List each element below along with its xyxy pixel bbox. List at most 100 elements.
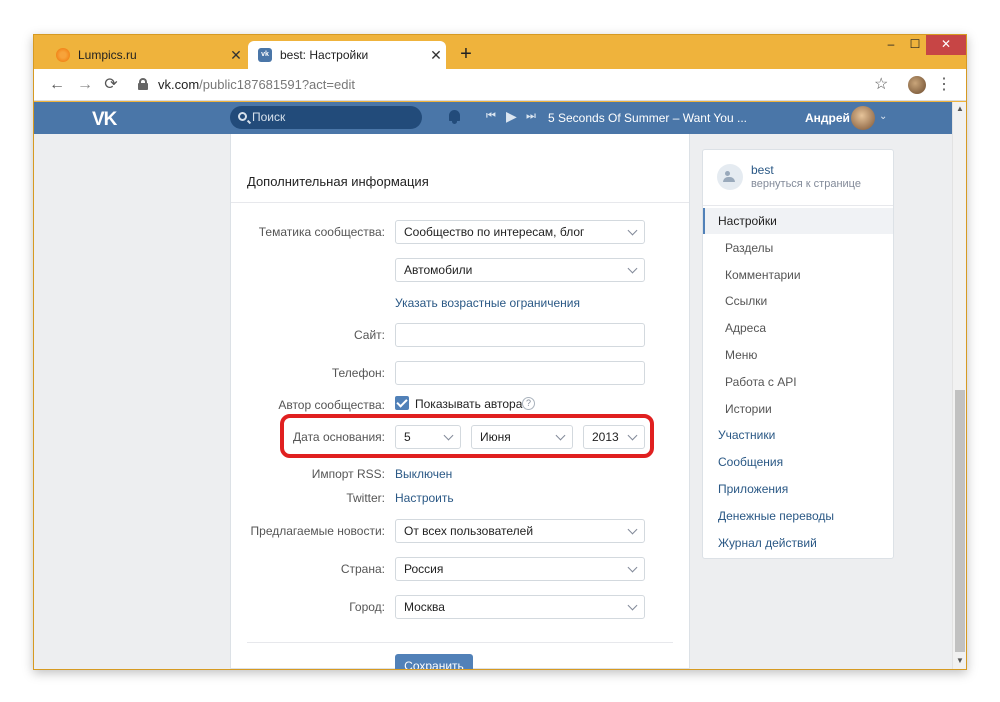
- chevron-down-icon: [627, 600, 638, 611]
- screenshot: Lumpics.ru ✕ vk best: Настройки ✕ + – ☐ …: [0, 0, 1000, 702]
- lock-icon[interactable]: [138, 78, 148, 90]
- reload-icon[interactable]: ⟳: [100, 74, 122, 96]
- theme-select[interactable]: Сообщество по интересам, блог: [395, 220, 645, 244]
- notifications-bell-icon[interactable]: [448, 110, 461, 124]
- chevron-down-icon: [627, 524, 638, 535]
- country-label: Страна:: [340, 562, 385, 576]
- menu-item[interactable]: Участники: [703, 422, 893, 448]
- tab-vk-settings[interactable]: vk best: Настройки ✕: [248, 41, 446, 69]
- settings-menu: best вернуться к странице Настройки Разде…: [702, 149, 894, 559]
- scrollbar-thumb[interactable]: [955, 390, 965, 652]
- url-path: /public187681591?act=edit: [199, 77, 355, 92]
- rss-link[interactable]: Выключен: [395, 467, 452, 481]
- twitter-link[interactable]: Настроить: [395, 491, 454, 505]
- phone-field[interactable]: [395, 361, 645, 385]
- suggested-news-value: От всех пользователей: [404, 524, 534, 538]
- group-name[interactable]: best: [751, 163, 774, 177]
- previous-track-icon[interactable]: ⏮: [486, 110, 496, 123]
- close-window-button[interactable]: ✕: [926, 35, 966, 55]
- back-arrow-icon[interactable]: ←: [46, 74, 68, 96]
- suggested-news-select[interactable]: От всех пользователей: [395, 519, 645, 543]
- browser-window: Lumpics.ru ✕ vk best: Настройки ✕ + – ☐ …: [33, 34, 967, 670]
- menu-item[interactable]: Разделы: [703, 235, 893, 261]
- current-track[interactable]: 5 Seconds Of Summer – Want You ...: [548, 111, 747, 125]
- browser-toolbar: ← → ⟳ vk.com/public187681591?act=edit ☆ …: [34, 69, 966, 101]
- author-label: Автор сообщества:: [278, 398, 385, 412]
- chevron-down-icon: [627, 562, 638, 573]
- show-author-label[interactable]: Показывать автора: [415, 397, 522, 411]
- search-icon: [238, 112, 247, 121]
- divider: [703, 205, 893, 206]
- subtheme-value: Автомобили: [404, 263, 473, 277]
- bookmark-star-icon[interactable]: ☆: [874, 74, 888, 94]
- age-restrictions-link[interactable]: Указать возрастные ограничения: [395, 296, 580, 310]
- vk-logo[interactable]: VK: [92, 109, 117, 131]
- forward-arrow-icon[interactable]: →: [74, 74, 96, 96]
- vk-header: VK Поиск ⏮ ▶ ⏭ 5 Seconds Of Summer – Wan…: [34, 102, 952, 134]
- country-value: Россия: [404, 562, 444, 576]
- theme-value: Сообщество по интересам, блог: [404, 225, 585, 239]
- tab-title: best: Настройки: [280, 48, 369, 62]
- user-name[interactable]: Андрей: [805, 111, 850, 125]
- vk-favicon-icon: vk: [258, 48, 272, 62]
- menu-item[interactable]: Работа с API: [703, 369, 893, 395]
- menu-item[interactable]: Приложения: [703, 476, 893, 502]
- search-input[interactable]: Поиск: [230, 106, 422, 129]
- menu-item[interactable]: Настройки: [703, 208, 893, 234]
- save-button[interactable]: Сохранить: [395, 654, 473, 669]
- back-to-page-link[interactable]: вернуться к странице: [751, 178, 861, 190]
- group-avatar-icon[interactable]: [717, 164, 743, 190]
- menu-item[interactable]: Адреса: [703, 315, 893, 341]
- menu-item[interactable]: Денежные переводы: [703, 503, 893, 529]
- help-icon[interactable]: ?: [522, 397, 535, 410]
- tab-strip: Lumpics.ru ✕ vk best: Настройки ✕ + – ☐ …: [34, 35, 966, 69]
- scroll-up-icon[interactable]: ▲: [953, 104, 966, 113]
- profile-avatar[interactable]: [908, 76, 926, 94]
- tab-close-icon[interactable]: ✕: [426, 47, 446, 64]
- site-field[interactable]: [395, 323, 645, 347]
- site-label: Сайт:: [353, 328, 385, 342]
- search-placeholder: Поиск: [252, 110, 286, 124]
- divider: [231, 202, 689, 203]
- chevron-down-icon: [627, 263, 638, 274]
- new-tab-button[interactable]: +: [454, 44, 478, 64]
- phone-label: Телефон:: [331, 366, 385, 380]
- theme-label: Тематика сообщества:: [258, 225, 385, 239]
- rss-label: Импорт RSS:: [311, 467, 385, 481]
- menu-item[interactable]: Сообщения: [703, 449, 893, 475]
- show-author-checkbox[interactable]: [395, 396, 409, 410]
- menu-item[interactable]: Журнал действий: [703, 530, 893, 556]
- lumpics-favicon-icon: [56, 48, 70, 62]
- next-track-icon[interactable]: ⏭: [526, 110, 536, 123]
- user-avatar[interactable]: [851, 106, 875, 130]
- tab-title: Lumpics.ru: [78, 48, 137, 62]
- city-select[interactable]: Москва: [395, 595, 645, 619]
- minimize-button[interactable]: –: [878, 35, 904, 55]
- menu-item[interactable]: Истории: [703, 396, 893, 422]
- url-host: vk.com: [158, 77, 200, 92]
- chevron-down-icon[interactable]: ⌄: [879, 111, 887, 122]
- maximize-button[interactable]: ☐: [902, 35, 928, 55]
- settings-card: Дополнительная информация Тематика сообщ…: [230, 134, 690, 669]
- tab-close-icon[interactable]: ✕: [226, 47, 246, 64]
- city-label: Город:: [349, 600, 385, 614]
- browser-menu-icon[interactable]: ⋮: [936, 74, 952, 94]
- chevron-down-icon: [627, 225, 638, 236]
- divider: [247, 642, 673, 643]
- scrollbar[interactable]: ▲ ▼: [952, 102, 966, 669]
- city-value: Москва: [404, 600, 445, 614]
- tab-lumpics[interactable]: Lumpics.ru ✕: [46, 41, 246, 69]
- menu-item[interactable]: Комментарии: [703, 262, 893, 288]
- menu-item[interactable]: Ссылки: [703, 288, 893, 314]
- highlight-annotation: [280, 414, 654, 458]
- scroll-down-icon[interactable]: ▼: [953, 656, 966, 665]
- twitter-label: Twitter:: [346, 491, 385, 505]
- address-bar[interactable]: vk.com/public187681591?act=edit: [158, 77, 355, 92]
- page-viewport: VK Поиск ⏮ ▶ ⏭ 5 Seconds Of Summer – Wan…: [34, 102, 966, 669]
- suggested-news-label: Предлагаемые новости:: [250, 524, 385, 538]
- country-select[interactable]: Россия: [395, 557, 645, 581]
- subtheme-select[interactable]: Автомобили: [395, 258, 645, 282]
- play-icon[interactable]: ▶: [506, 108, 517, 125]
- menu-item[interactable]: Меню: [703, 342, 893, 368]
- section-title: Дополнительная информация: [247, 174, 429, 189]
